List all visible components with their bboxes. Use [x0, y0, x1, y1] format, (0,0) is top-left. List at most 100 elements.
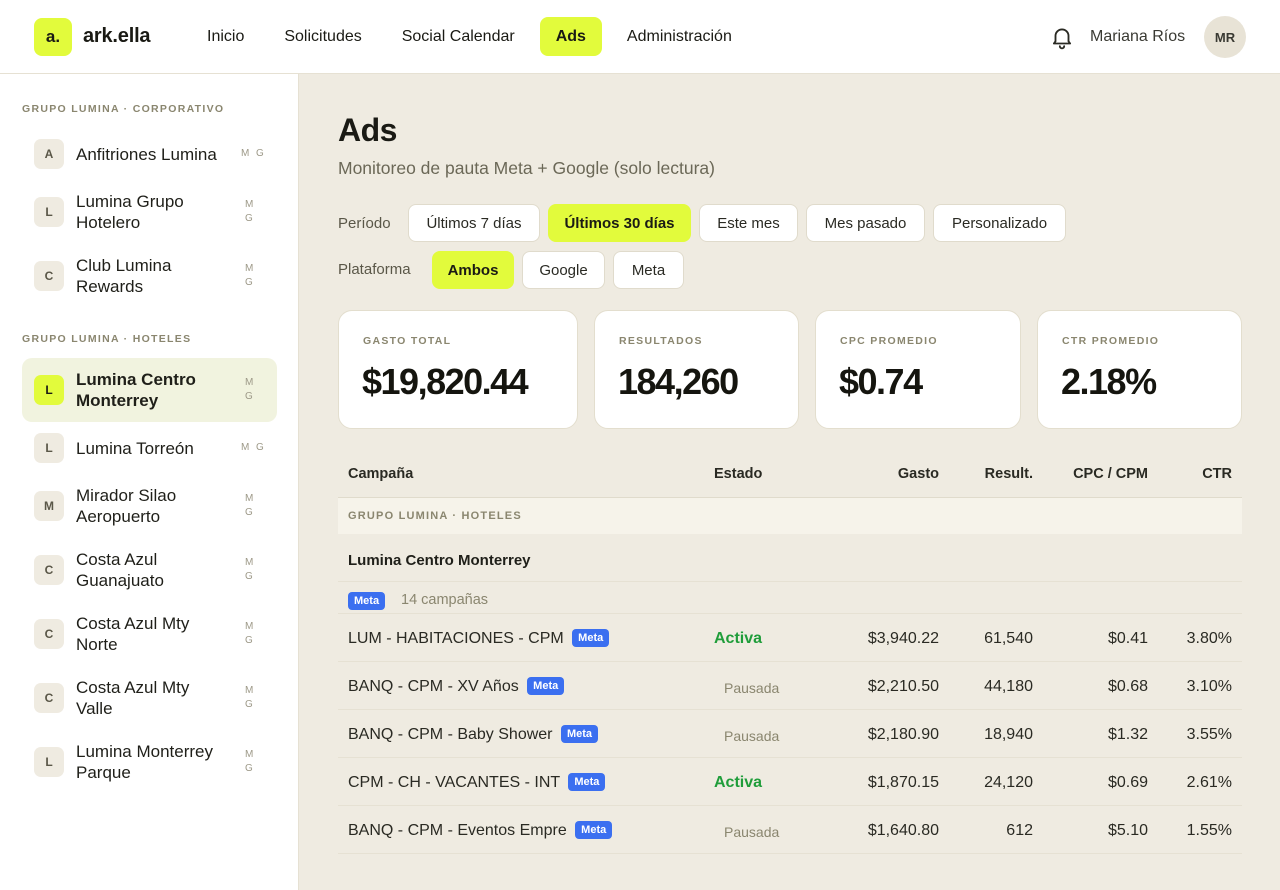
results-value: 61,540: [984, 630, 1033, 647]
account-name: Costa Azul Mty Valle: [76, 678, 190, 718]
page-subtitle: Monitoreo de pauta Meta + Google (solo l…: [338, 158, 715, 178]
campaign-name-cell: BANQ - CPM - Baby Shower Meta: [348, 725, 599, 744]
kpi-value: $0.74: [839, 361, 923, 402]
logo-mark[interactable]: a.: [34, 18, 72, 56]
nav-item-ads[interactable]: Ads: [539, 17, 602, 56]
column-header-spend[interactable]: Gasto: [839, 466, 939, 482]
account-initial: L: [34, 197, 64, 227]
avatar[interactable]: MR: [1204, 16, 1246, 58]
account-initial: C: [34, 261, 64, 291]
user-name[interactable]: Mariana Ríos: [1090, 28, 1185, 46]
column-header-campaign[interactable]: Campaña: [348, 466, 413, 482]
period-chip-7-days[interactable]: Últimos 7 días: [408, 204, 540, 242]
platform-m: M: [245, 685, 255, 696]
ctr-value: 1.55%: [1186, 822, 1232, 839]
period-chip-this-month[interactable]: Este mes: [699, 204, 798, 242]
account-name: Lumina Monterrey Parque: [76, 742, 214, 782]
account-name: Costa Azul Guanajuato: [76, 550, 164, 590]
meta-badge: Meta: [527, 677, 565, 695]
spend-value: $1,640.80: [867, 822, 939, 839]
results-value: 44,180: [984, 678, 1033, 695]
nav-item-administracion[interactable]: Administración: [612, 17, 747, 56]
platform-g: G: [245, 635, 254, 646]
kpi-label: CPC PROMEDIO: [840, 335, 938, 347]
column-header-status[interactable]: Estado: [714, 466, 762, 482]
results-value: 18,940: [984, 726, 1033, 743]
spend-value: $1,870.15: [867, 774, 939, 791]
sidebar-item-costa-azul-mty-norte[interactable]: C Costa Azul Mty Norte M G: [22, 608, 277, 660]
campaign-name: BANQ - CPM - XV Años: [348, 678, 519, 696]
group-label: GRUPO LUMINA · HOTELES: [348, 510, 522, 522]
account-name: Lumina Grupo Hotelero: [76, 192, 184, 232]
table-row[interactable]: BANQ - CPM - Eventos Empre Meta Pausada …: [338, 806, 1242, 854]
meta-badge: Meta: [560, 725, 599, 743]
main-nav: Inicio Solicitudes Social Calendar Ads A…: [192, 17, 757, 56]
platform-chip-google[interactable]: Google: [522, 251, 605, 289]
nav-item-social-calendar[interactable]: Social Calendar: [387, 17, 530, 56]
spend-value: $2,210.50: [867, 678, 939, 695]
campaign-name-cell: CPM - CH - VACANTES - INT Meta: [348, 773, 606, 792]
account-initial: A: [34, 139, 64, 169]
kpi-value: $19,820.44: [362, 361, 529, 402]
sidebar-group-label: GRUPO LUMINA · CORPORATIVO: [22, 103, 225, 115]
platform-g: G: [245, 507, 254, 518]
platform-m: M: [245, 199, 255, 210]
kpi-label: CTR PROMEDIO: [1062, 335, 1160, 347]
sidebar-item-anfitriones-lumina[interactable]: A Anfitriones Lumina M G: [22, 130, 277, 178]
status-badge: Pausada: [724, 680, 780, 696]
platform-m: M: [245, 493, 255, 504]
sidebar: GRUPO LUMINA · CORPORATIVO A Anfitriones…: [0, 74, 299, 890]
account-initial: C: [34, 619, 64, 649]
platform-g: G: [245, 763, 254, 774]
column-header-results[interactable]: Result.: [933, 466, 1033, 482]
sidebar-item-costa-azul-mty-valle[interactable]: C Costa Azul Mty Valle M G: [22, 672, 277, 724]
sidebar-item-lumina-torreon[interactable]: L Lumina Torreón M G: [22, 424, 277, 472]
period-chip-custom[interactable]: Personalizado: [933, 204, 1066, 242]
sidebar-item-lumina-monterrey-parque[interactable]: L Lumina Monterrey Parque M G: [22, 736, 277, 788]
table-account-row: Lumina Centro Monterrey: [338, 534, 1242, 582]
table-row[interactable]: BANQ - CPM - XV Años Meta Pausada $2,210…: [338, 662, 1242, 710]
status-badge: Activa: [714, 774, 763, 791]
campaign-name-cell: BANQ - CPM - Eventos Empre Meta: [348, 821, 613, 840]
sidebar-group-label: GRUPO LUMINA · HOTELES: [22, 333, 192, 345]
sidebar-item-club-lumina-rewards[interactable]: C Club Lumina Rewards M G: [22, 250, 277, 302]
kpi-label: GASTO TOTAL: [363, 335, 452, 347]
nav-item-solicitudes[interactable]: Solicitudes: [269, 17, 376, 56]
table-row[interactable]: LUM - HABITACIONES - CPM Meta Activa $3,…: [338, 614, 1242, 662]
table-platform-row: Meta 14 campañas: [338, 582, 1242, 614]
platform-m: M: [245, 557, 255, 568]
ctr-value: 2.61%: [1186, 774, 1232, 791]
sidebar-item-lumina-grupo-hotelero[interactable]: L Lumina Grupo Hotelero M G: [22, 186, 277, 238]
period-chip-30-days[interactable]: Últimos 30 días: [548, 204, 691, 242]
campaign-name-cell: BANQ - CPM - XV Años Meta: [348, 677, 565, 696]
kpi-value: 2.18%: [1061, 361, 1157, 402]
bell-icon[interactable]: [1049, 24, 1075, 50]
app-name[interactable]: ark.ella: [83, 25, 151, 48]
account-name: Lumina Centro Monterrey: [348, 552, 531, 569]
campaign-name-cell: LUM - HABITACIONES - CPM Meta: [348, 629, 610, 648]
account-name: Mirador Silao Aeropuerto: [76, 486, 177, 526]
sidebar-item-mirador-silao-aeropuerto[interactable]: M Mirador Silao Aeropuerto M G: [22, 480, 277, 532]
results-value: 612: [1006, 822, 1033, 839]
column-header-ctr[interactable]: CTR: [1132, 466, 1232, 482]
table-row[interactable]: CPM - CH - VACANTES - INT Meta Activa $1…: [338, 758, 1242, 806]
nav-item-inicio[interactable]: Inicio: [192, 17, 259, 56]
results-value: 24,120: [984, 774, 1033, 791]
meta-badge: Meta: [348, 592, 386, 610]
period-chip-last-month[interactable]: Mes pasado: [806, 204, 925, 242]
platform-g: G: [245, 571, 254, 582]
platform-chip-both[interactable]: Ambos: [432, 251, 514, 289]
campaign-name: BANQ - CPM - Baby Shower: [348, 726, 553, 744]
sidebar-item-costa-azul-guanajuato[interactable]: C Costa Azul Guanajuato M G: [22, 544, 277, 596]
campaign-name: LUM - HABITACIONES - CPM: [348, 630, 564, 648]
account-name: Lumina Centro Monterrey: [76, 370, 196, 410]
table-row[interactable]: BANQ - CPM - Baby Shower Meta Pausada $2…: [338, 710, 1242, 758]
sidebar-item-lumina-centro-monterrey[interactable]: L Lumina Centro Monterrey M G: [22, 358, 277, 422]
platform-m: M: [245, 377, 255, 388]
spend-value: $3,940.22: [867, 630, 939, 647]
meta-badge: Meta: [568, 773, 606, 791]
meta-badge: Meta: [575, 821, 613, 839]
platform-m: M: [241, 442, 251, 453]
account-name: Anfitriones Lumina: [76, 145, 217, 164]
platform-chip-meta[interactable]: Meta: [613, 251, 684, 289]
